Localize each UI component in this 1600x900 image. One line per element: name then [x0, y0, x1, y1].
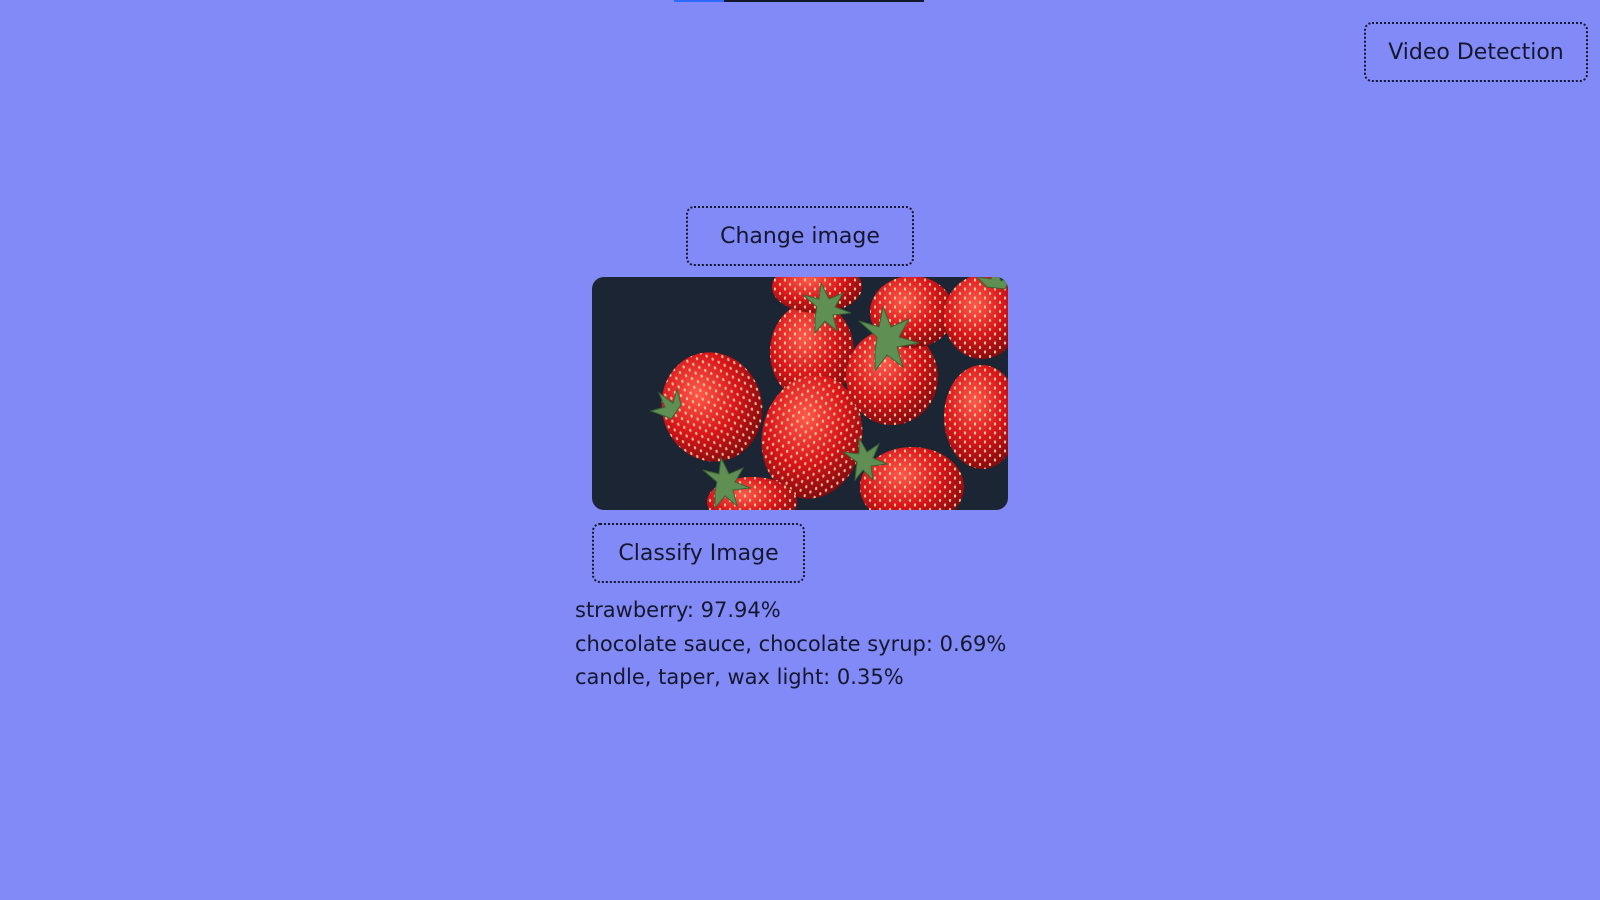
top-progress-bar	[674, 0, 924, 2]
change-image-button[interactable]: Change image	[686, 206, 914, 266]
image-preview	[592, 277, 1008, 510]
result-item: chocolate sauce, chocolate syrup: 0.69%	[575, 631, 1007, 656]
classification-results: strawberry: 97.94% chocolate sauce, choc…	[575, 594, 1135, 695]
result-item: candle, taper, wax light: 0.35%	[575, 665, 904, 689]
strawberries-image	[592, 277, 1008, 510]
video-detection-button[interactable]: Video Detection	[1364, 22, 1588, 82]
classify-image-button[interactable]: Classify Image	[592, 523, 805, 583]
result-item: strawberry: 97.94%	[575, 598, 781, 622]
top-progress-fill	[674, 0, 724, 2]
